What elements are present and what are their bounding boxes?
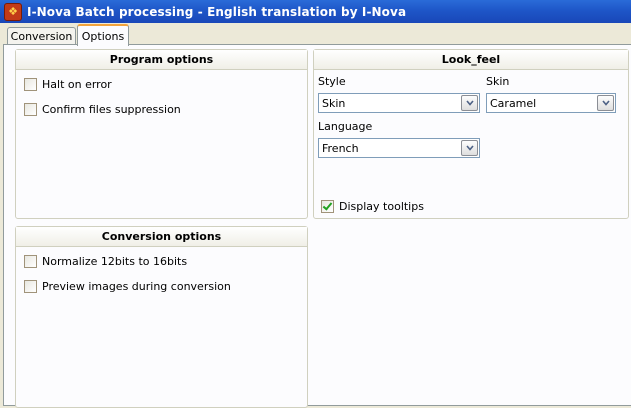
preview-images-option[interactable]: Preview images during conversion: [24, 280, 231, 293]
tab-options[interactable]: Options: [77, 24, 129, 46]
app-icon[interactable]: ❖: [4, 2, 22, 21]
chevron-down-icon[interactable]: [597, 95, 614, 111]
display-tooltips-option[interactable]: Display tooltips: [321, 200, 424, 213]
program-options-title: Program options: [16, 50, 307, 70]
confirm-files-suppression-label: Confirm files suppression: [42, 103, 181, 116]
language-label: Language: [318, 120, 373, 133]
normalize-checkbox[interactable]: [24, 255, 37, 268]
skin-label: Skin: [486, 75, 510, 88]
style-label: Style: [318, 75, 346, 88]
conversion-options-title: Conversion options: [16, 227, 307, 247]
confirm-files-suppression-checkbox[interactable]: [24, 103, 37, 116]
skin-select[interactable]: Caramel: [486, 93, 616, 113]
halt-on-error-checkbox[interactable]: [24, 78, 37, 91]
preview-images-label: Preview images during conversion: [42, 280, 231, 293]
look-feel-title: Look_feel: [314, 50, 628, 70]
tab-conversion[interactable]: Conversion: [7, 27, 76, 45]
skin-select-value: Caramel: [490, 96, 537, 110]
tab-conversion-label: Conversion: [10, 30, 73, 43]
halt-on-error-option[interactable]: Halt on error: [24, 78, 112, 91]
language-select-value: French: [322, 141, 359, 155]
normalize-label: Normalize 12bits to 16bits: [42, 255, 188, 268]
tab-options-label: Options: [81, 29, 125, 43]
language-select[interactable]: French: [318, 138, 480, 158]
chevron-down-icon[interactable]: [461, 95, 478, 111]
confirm-files-suppression-option[interactable]: Confirm files suppression: [24, 103, 181, 116]
program-options-group: Program options Halt on error Confirm fi…: [15, 49, 308, 219]
preview-images-checkbox[interactable]: [24, 280, 37, 293]
window-title: I-Nova Batch processing - English transl…: [27, 4, 407, 19]
look-feel-group: Look_feel Style Skin Skin Caramel Langua…: [313, 49, 629, 219]
halt-on-error-label: Halt on error: [42, 78, 112, 91]
title-bar: ❖ I-Nova Batch processing - English tran…: [0, 0, 631, 23]
conversion-options-group: Conversion options Normalize 12bits to 1…: [15, 226, 308, 408]
chevron-down-icon[interactable]: [461, 140, 478, 156]
style-select-value: Skin: [322, 96, 346, 110]
style-select[interactable]: Skin: [318, 93, 480, 113]
normalize-option[interactable]: Normalize 12bits to 16bits: [24, 255, 187, 268]
display-tooltips-label: Display tooltips: [339, 200, 424, 213]
display-tooltips-checkbox[interactable]: [321, 200, 334, 213]
